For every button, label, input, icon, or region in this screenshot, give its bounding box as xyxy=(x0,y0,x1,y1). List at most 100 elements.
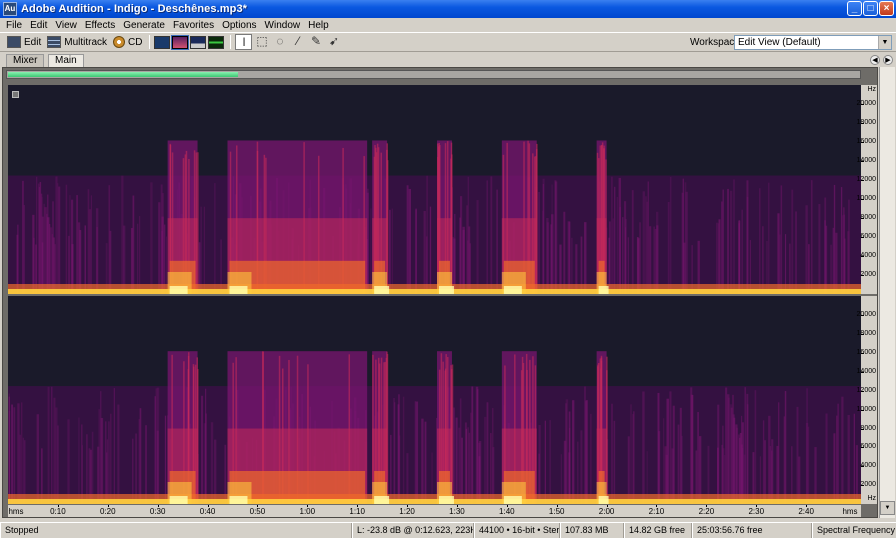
spectral-striation xyxy=(546,222,550,294)
tab-scroll-left-icon[interactable]: ◀ xyxy=(870,55,880,65)
effects-paintbrush-icon[interactable]: ⁄ xyxy=(289,34,306,50)
tab-main[interactable]: Main xyxy=(48,54,84,67)
spectral-striation xyxy=(163,224,166,294)
spot-healing-brush-icon[interactable]: ✎ xyxy=(307,34,324,50)
bass-peak xyxy=(169,286,188,294)
spectral-striation xyxy=(690,387,693,504)
spectral-striation xyxy=(554,180,557,294)
spectral-striation xyxy=(36,176,38,294)
spectral-pan-display-icon[interactable] xyxy=(190,35,207,49)
toolbar-divider xyxy=(230,35,232,49)
time-selection-tool-icon[interactable]: I xyxy=(235,34,253,50)
multitrack-view-button[interactable]: Multitrack xyxy=(44,34,110,50)
spectral-phase-display-icon[interactable] xyxy=(208,35,225,49)
menu-effects[interactable]: Effects xyxy=(81,19,119,32)
zoom-overview-bar[interactable] xyxy=(6,70,861,79)
menu-edit[interactable]: Edit xyxy=(26,19,51,32)
spectral-striation xyxy=(655,211,659,294)
menu-options[interactable]: Options xyxy=(218,19,260,32)
spectral-striation xyxy=(455,417,458,504)
spectral-striation xyxy=(8,396,10,504)
spectral-striation xyxy=(156,387,160,504)
bass-peak xyxy=(229,286,248,294)
bass-peak xyxy=(229,496,248,504)
time-ruler-start-label: hms xyxy=(8,507,24,516)
menu-file[interactable]: File xyxy=(2,19,26,32)
visible-range-indicator[interactable] xyxy=(8,72,239,77)
scroll-down-icon[interactable]: ▼ xyxy=(880,501,895,515)
spectral-striation xyxy=(50,386,53,504)
close-button[interactable]: × xyxy=(879,1,894,16)
spectral-striation xyxy=(205,413,207,504)
spectral-striation xyxy=(733,179,735,294)
waveform-icon xyxy=(7,36,21,48)
spectral-striation xyxy=(110,413,112,504)
spectral-striation xyxy=(150,182,153,294)
spectral-striation xyxy=(391,208,393,294)
time-tick-label: 1:30 xyxy=(449,507,465,516)
spectral-striation xyxy=(825,225,828,294)
spectral-striation xyxy=(619,207,621,294)
waveform-display-icon[interactable] xyxy=(154,35,171,49)
tab-scroll-right-icon[interactable]: ▶ xyxy=(883,55,893,65)
spectral-striation xyxy=(406,185,409,294)
hybrid-tool-icon[interactable]: ➹ xyxy=(325,34,342,50)
cd-view-button[interactable]: CD xyxy=(110,34,145,50)
spectral-striation xyxy=(55,407,58,504)
left-channel-spectrogram[interactable] xyxy=(8,85,861,294)
hz-tick-mark xyxy=(861,371,864,373)
vertical-zoom-scrollbar[interactable]: ▼ xyxy=(879,67,895,518)
spectral-striation xyxy=(613,186,616,294)
spectral-striation xyxy=(549,420,551,504)
spectral-striation xyxy=(642,391,645,504)
spectral-striation xyxy=(475,386,479,504)
spectral-striation xyxy=(730,407,733,504)
spectral-striation xyxy=(214,183,216,294)
spectral-striation xyxy=(613,420,616,504)
edit-view-button[interactable]: Edit xyxy=(4,34,44,50)
bass-peak xyxy=(598,286,609,294)
hz-tick-mark xyxy=(861,428,864,430)
right-channel-spectrogram[interactable] xyxy=(8,296,861,504)
spectral-frequency-display-icon[interactable] xyxy=(171,34,190,50)
spectral-transient xyxy=(386,354,389,504)
spectral-striation xyxy=(791,189,794,294)
marquee-selection-tool-icon[interactable]: ⬚ xyxy=(253,34,270,50)
menu-generate[interactable]: Generate xyxy=(119,19,169,32)
spectral-striation xyxy=(467,427,469,504)
hz-tick-mark xyxy=(861,256,864,258)
hz-tick-mark xyxy=(861,199,864,201)
spectral-striation xyxy=(408,188,412,294)
minimize-button[interactable]: _ xyxy=(847,1,862,16)
hz-unit-label: Hz xyxy=(867,86,876,93)
workspace-value: Edit View (Default) xyxy=(738,37,821,48)
time-tick-mark xyxy=(357,505,359,507)
spectral-striation xyxy=(810,180,813,294)
lasso-tool-icon[interactable]: ◌ xyxy=(271,34,288,50)
tab-mixer[interactable]: Mixer xyxy=(6,54,45,67)
spectral-striation xyxy=(733,417,736,504)
spectral-striation xyxy=(389,434,392,504)
hz-tick-mark xyxy=(861,466,864,468)
main-editor[interactable]: Hz 20000 18000 16000 14000 12000 10000 8000 600… xyxy=(2,67,878,518)
menu-help[interactable]: Help xyxy=(304,19,333,32)
spectral-striation xyxy=(201,395,204,504)
time-tick-mark xyxy=(706,505,708,507)
menu-window[interactable]: Window xyxy=(261,19,305,32)
workspace-dropdown[interactable]: Edit View (Default) ▼ xyxy=(734,35,892,50)
spectral-striation xyxy=(21,402,23,504)
time-tick-label: 0:40 xyxy=(199,507,216,516)
maximize-button[interactable]: □ xyxy=(863,1,878,16)
spectral-striation xyxy=(685,191,688,294)
spectral-striation xyxy=(632,414,634,504)
spectral-striation xyxy=(572,400,575,504)
menu-view[interactable]: View xyxy=(51,19,81,32)
menu-favorites[interactable]: Favorites xyxy=(169,19,218,32)
hz-tick-mark xyxy=(861,390,864,392)
title-bar: Au Adobe Audition - Indigo - Deschênes.m… xyxy=(0,0,896,18)
spectral-striation xyxy=(667,201,670,294)
time-ruler[interactable]: hms hms 0:10 0:20 0:30 0:40 0:50 1:00 1:10 1:20… xyxy=(8,505,861,517)
hz-tick-mark xyxy=(861,485,864,487)
spectral-striation xyxy=(426,175,428,294)
spectral-striation xyxy=(36,414,39,504)
